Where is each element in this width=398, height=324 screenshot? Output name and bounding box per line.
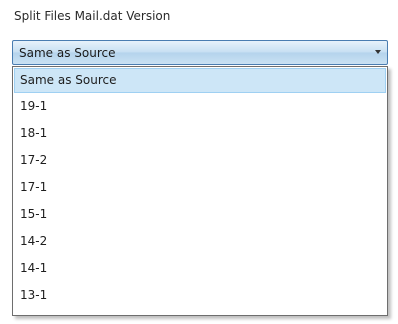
dropdown-option[interactable]: 19-1 <box>14 94 386 119</box>
panel-title: Split Files Mail.dat Version <box>14 9 171 23</box>
version-dropdown-list: Same as Source 19-1 18-1 17-2 17-1 15-1 … <box>12 66 388 316</box>
chevron-down-icon[interactable] <box>375 50 381 54</box>
dropdown-option[interactable]: 15-1 <box>14 202 386 227</box>
dropdown-option[interactable]: 17-1 <box>14 175 386 200</box>
version-combobox[interactable]: Same as Source <box>12 40 388 65</box>
dropdown-option[interactable]: 14-1 <box>14 256 386 281</box>
dropdown-option[interactable]: 18-1 <box>14 121 386 146</box>
dropdown-option[interactable]: 17-2 <box>14 148 386 173</box>
dropdown-option[interactable]: 14-2 <box>14 229 386 254</box>
combobox-selected-value: Same as Source <box>19 46 116 60</box>
dropdown-option[interactable]: 13-1 <box>14 283 386 308</box>
mail-dat-version-panel: Split Files Mail.dat Version Same as Sou… <box>0 0 398 324</box>
dropdown-option[interactable]: Same as Source <box>14 68 386 93</box>
